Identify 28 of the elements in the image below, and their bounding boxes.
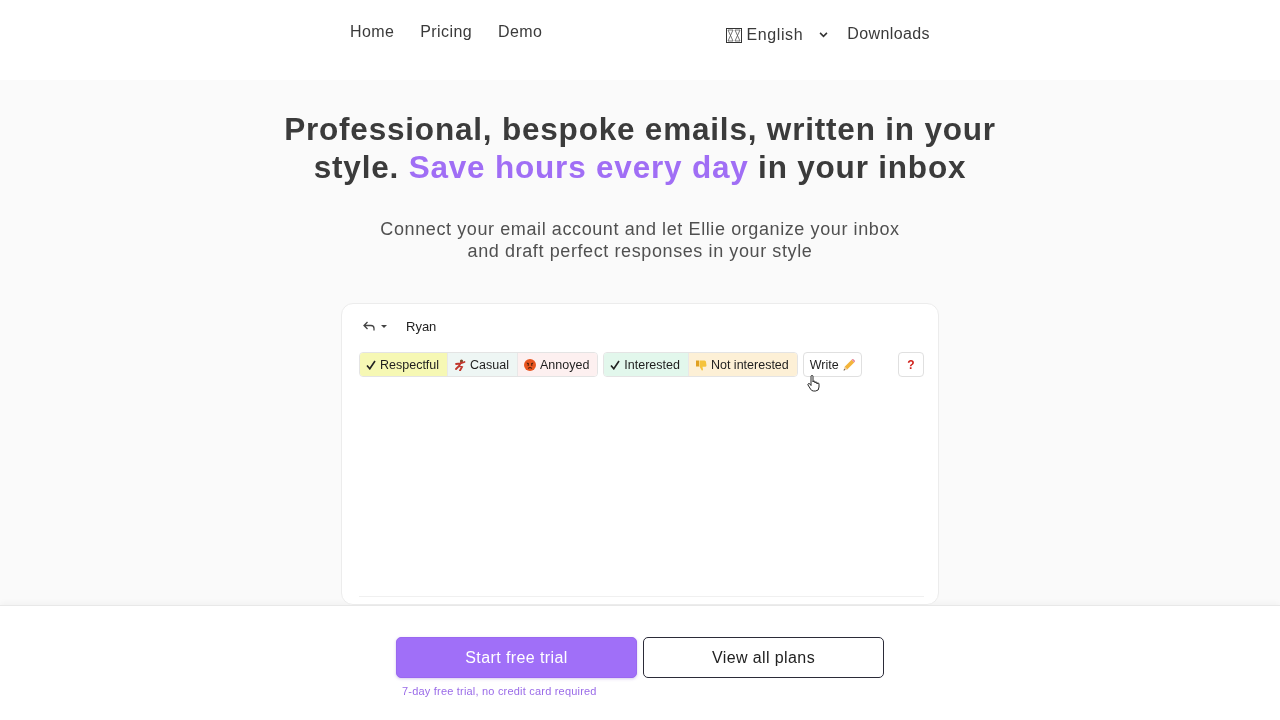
recipient-name: Ryan xyxy=(406,318,437,334)
view-plans-button[interactable]: View all plans xyxy=(643,637,884,678)
dancing-figure-icon xyxy=(454,358,467,371)
language-selector[interactable]: English xyxy=(725,25,829,45)
downloads-link[interactable]: Downloads xyxy=(847,23,930,44)
subtitle: Connect your email account and let Ellie organize your inbox and draft perfect responses in your style xyxy=(379,218,901,262)
tone-chip[interactable]: Casual xyxy=(448,353,518,376)
thumbs-down-icon xyxy=(694,358,707,371)
hand-cursor-icon xyxy=(807,375,820,392)
check-icon xyxy=(366,359,376,370)
missing-glyph-icon xyxy=(725,27,742,43)
chevron-down-icon xyxy=(819,32,829,38)
trial-note: 7-day free trial, no credit card required xyxy=(402,685,598,697)
caret-icon[interactable] xyxy=(381,324,387,328)
tone-chip[interactable]: Annoyed xyxy=(518,353,598,376)
reply-icon[interactable] xyxy=(363,321,375,331)
tone-chip[interactable]: Not interested xyxy=(688,353,797,376)
check-icon xyxy=(610,359,621,370)
angry-face-icon xyxy=(524,358,536,371)
headline: Professional, bespoke emails, written in your style. Save hours every day in your inbox xyxy=(283,110,997,186)
nav-link[interactable]: Pricing xyxy=(420,22,472,42)
tone-chip[interactable]: Respectful xyxy=(360,353,449,376)
pencil-icon xyxy=(842,358,855,371)
help-button[interactable]: ? xyxy=(898,352,924,377)
tone-chip[interactable]: Interested xyxy=(604,353,689,376)
nav-link[interactable]: Home xyxy=(350,22,395,42)
nav-link[interactable]: Demo xyxy=(498,22,543,42)
write-button[interactable]: Write xyxy=(802,352,862,377)
